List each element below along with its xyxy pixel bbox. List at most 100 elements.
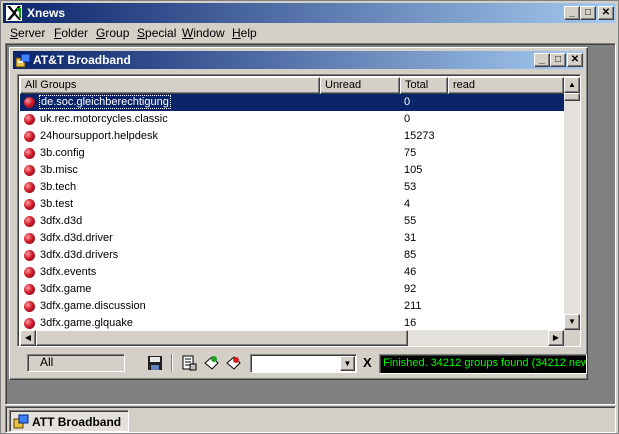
menu-help[interactable]: Help bbox=[232, 26, 257, 40]
group-name: 3dfx.d3d.drivers bbox=[40, 249, 119, 261]
search-combo[interactable]: ▼ bbox=[250, 354, 357, 373]
server-icon bbox=[13, 414, 29, 429]
column-header-total[interactable]: Total bbox=[400, 77, 448, 94]
group-name: 3dfx.events bbox=[40, 266, 97, 278]
minimize-button[interactable]: _ bbox=[564, 6, 580, 20]
unsubscribe-icon[interactable] bbox=[225, 355, 241, 371]
toolbar-separator bbox=[171, 354, 173, 372]
group-total: 15273 bbox=[404, 130, 435, 142]
scroll-down-button[interactable]: ▼ bbox=[564, 314, 580, 330]
menu-group[interactable]: Group bbox=[96, 26, 129, 40]
vertical-scroll-thumb[interactable] bbox=[564, 93, 580, 101]
group-total: 16 bbox=[404, 317, 417, 329]
scroll-right-button[interactable]: ▶ bbox=[548, 330, 564, 346]
group-row[interactable]: 3b.tech 53 bbox=[20, 179, 564, 196]
group-name: 3dfx.game.discussion bbox=[40, 300, 146, 312]
maximize-button[interactable]: □ bbox=[580, 6, 596, 20]
group-total: 0 bbox=[404, 113, 411, 125]
group-filter-field[interactable]: All bbox=[27, 354, 125, 372]
child-window-title: AT&T Broadband bbox=[33, 53, 131, 67]
group-row[interactable]: 3dfx.game.discussion 211 bbox=[20, 298, 564, 315]
menu-bar: Server Folder Group Special Window Help bbox=[3, 24, 616, 42]
taskbar-item-att-broadband[interactable]: ATT Broadband bbox=[9, 410, 129, 432]
group-list[interactable]: All Groups Unread Total read de.soc.glei… bbox=[17, 74, 581, 347]
child-close-button[interactable]: ✕ bbox=[567, 53, 583, 67]
horizontal-scroll-thumb[interactable] bbox=[36, 330, 408, 346]
group-row[interactable]: 3dfx.game 92 bbox=[20, 281, 564, 298]
menu-window[interactable]: Window bbox=[182, 26, 225, 40]
group-status-icon bbox=[24, 267, 35, 278]
group-name: 3dfx.game bbox=[40, 283, 92, 295]
mdi-client-area: AT&T Broadband _ □ ✕ All Groups Unread T… bbox=[5, 43, 616, 405]
mdi-taskbar: ATT Broadband bbox=[5, 406, 616, 433]
group-status-icon bbox=[24, 216, 35, 227]
xnews-app-icon[interactable] bbox=[6, 5, 22, 21]
group-total: 53 bbox=[404, 181, 417, 193]
server-window: AT&T Broadband _ □ ✕ All Groups Unread T… bbox=[9, 47, 588, 380]
group-row[interactable]: 3b.test 4 bbox=[20, 196, 564, 213]
horizontal-scrollbar[interactable]: ◀ ▶ bbox=[20, 330, 564, 346]
group-row[interactable]: de.soc.gleichberechtigung 0 bbox=[20, 94, 564, 111]
minimize-icon: _ bbox=[539, 54, 545, 65]
group-name: 3dfx.d3d.driver bbox=[40, 232, 113, 244]
clear-search-button[interactable]: X bbox=[363, 355, 372, 370]
group-total: 92 bbox=[404, 283, 417, 295]
group-row[interactable]: 3dfx.events 46 bbox=[20, 264, 564, 281]
group-total: 4 bbox=[404, 198, 411, 210]
group-row[interactable]: 3b.misc 105 bbox=[20, 162, 564, 179]
group-status-icon bbox=[24, 318, 35, 329]
scroll-up-button[interactable]: ▲ bbox=[564, 77, 580, 93]
menu-special[interactable]: Special bbox=[137, 26, 176, 40]
group-row[interactable]: 24hoursupport.helpdesk 15273 bbox=[20, 128, 564, 145]
group-row[interactable]: uk.rec.motorcycles.classic 0 bbox=[20, 111, 564, 128]
title-bar[interactable]: Xnews _ □ ✕ bbox=[3, 3, 616, 23]
group-status-icon bbox=[24, 182, 35, 193]
group-status-icon bbox=[24, 284, 35, 295]
child-minimize-button[interactable]: _ bbox=[534, 53, 550, 67]
list-header: All Groups Unread Total read bbox=[20, 77, 564, 94]
vertical-scrollbar[interactable]: ▲ ▼ bbox=[564, 77, 580, 330]
group-row[interactable]: 3dfx.d3d 55 bbox=[20, 213, 564, 230]
group-row[interactable]: 3dfx.d3d.drivers 85 bbox=[20, 247, 564, 264]
dropdown-arrow-icon[interactable]: ▼ bbox=[340, 356, 355, 371]
group-row[interactable]: 3b.config 75 bbox=[20, 145, 564, 162]
group-name: de.soc.gleichberechtigung bbox=[39, 95, 171, 109]
group-status-icon bbox=[24, 301, 35, 312]
group-status-icon bbox=[24, 165, 35, 176]
properties-icon[interactable] bbox=[181, 355, 197, 371]
column-header-unread[interactable]: Unread bbox=[320, 77, 400, 94]
group-name: 3dfx.d3d bbox=[40, 215, 83, 227]
taskbar-item-label: ATT Broadband bbox=[32, 415, 122, 429]
group-rows: de.soc.gleichberechtigung 0 uk.rec.motorcy… bbox=[20, 94, 564, 330]
group-total: 85 bbox=[404, 249, 417, 261]
group-name: uk.rec.motorcycles.classic bbox=[40, 113, 168, 125]
menu-folder[interactable]: Folder bbox=[54, 26, 88, 40]
group-toolbar: All ▼ X Finished. 34212 groups found (34… bbox=[17, 351, 587, 375]
group-status-icon bbox=[24, 199, 35, 210]
group-status-icon bbox=[24, 131, 35, 142]
group-total: 0 bbox=[404, 96, 411, 108]
save-icon[interactable] bbox=[147, 355, 163, 371]
group-name: 24hoursupport.helpdesk bbox=[40, 130, 159, 142]
group-total: 75 bbox=[404, 147, 417, 159]
xnews-window: Xnews _ □ ✕ Server Folder Group Special Wind… bbox=[0, 0, 619, 434]
group-name: 3dfx.game.glquake bbox=[40, 317, 133, 329]
child-title-bar[interactable]: AT&T Broadband _ □ ✕ bbox=[13, 51, 584, 69]
close-icon: ✕ bbox=[601, 7, 611, 18]
column-header-all-groups[interactable]: All Groups bbox=[20, 77, 320, 94]
child-maximize-button[interactable]: □ bbox=[550, 53, 566, 67]
server-icon[interactable] bbox=[15, 52, 31, 68]
group-row[interactable]: 3dfx.d3d.driver 31 bbox=[20, 230, 564, 247]
group-name: 3b.misc bbox=[40, 164, 78, 176]
group-total: 46 bbox=[404, 266, 417, 278]
subscribe-icon[interactable] bbox=[203, 355, 219, 371]
scroll-left-button[interactable]: ◀ bbox=[20, 330, 36, 346]
group-total: 31 bbox=[404, 232, 417, 244]
scroll-corner bbox=[564, 330, 580, 346]
group-status-icon bbox=[24, 114, 35, 125]
close-button[interactable]: ✕ bbox=[598, 6, 614, 20]
group-status-icon bbox=[24, 233, 35, 244]
menu-server[interactable]: Server bbox=[10, 26, 45, 40]
group-name: 3b.tech bbox=[40, 181, 77, 193]
column-header-read[interactable]: read bbox=[448, 77, 564, 94]
